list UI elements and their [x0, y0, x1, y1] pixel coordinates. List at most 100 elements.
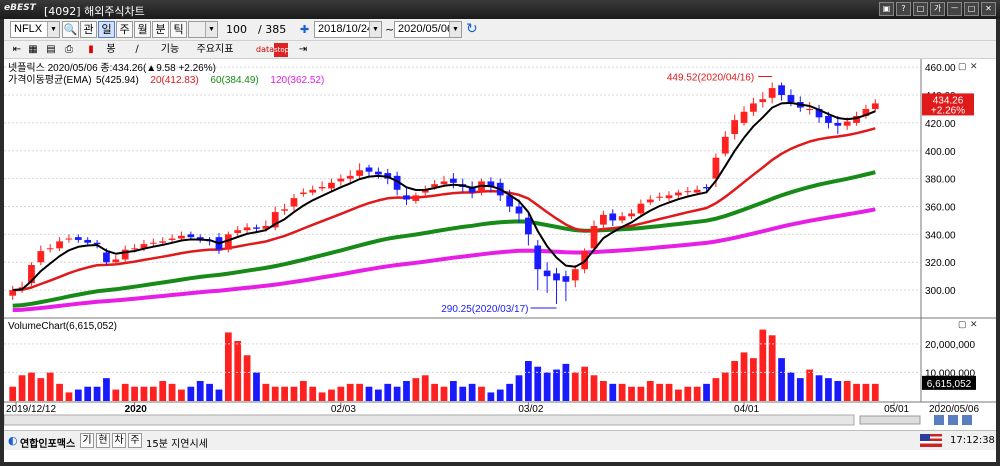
- title-button-3[interactable]: 가: [930, 2, 945, 16]
- calendar-dropdown-icon[interactable]: ▼: [369, 22, 381, 37]
- symbol-input[interactable]: NFLX ▼: [10, 21, 60, 38]
- candle-body: [356, 170, 363, 176]
- chart-window: eBEST [4092] 해외주식차트 ▣? □ 가 ㅡ □ ✕ NFLX ▼ 🔍 관일주…: [0, 0, 1000, 466]
- volume-bar: [374, 389, 382, 401]
- end-date-field[interactable]: 2020/05/06 ▼: [394, 21, 462, 38]
- volume-bar: [309, 386, 317, 401]
- period-button-3[interactable]: 월: [134, 21, 151, 38]
- price-tick-label: 340.00: [925, 230, 956, 241]
- data-icon[interactable]: data: [256, 43, 274, 57]
- volume-bar: [806, 369, 814, 401]
- volume-bar: [693, 386, 701, 401]
- news-source[interactable]: 연합인포맥스: [20, 435, 75, 450]
- chevron-down-icon[interactable]: ▼: [205, 22, 217, 37]
- volume-bar: [590, 375, 598, 401]
- add-icon[interactable]: ✚: [300, 23, 309, 36]
- volume-bar: [103, 378, 110, 401]
- chevron-down-icon[interactable]: ▼: [47, 22, 59, 37]
- volume-bar: [84, 386, 92, 401]
- volume-bar: [356, 383, 363, 401]
- candle-body: [590, 226, 598, 249]
- volume-bar: [862, 383, 870, 401]
- candle-body: [74, 237, 82, 240]
- candle-body: [56, 241, 63, 249]
- volume-bar: [149, 386, 157, 401]
- volume-bar: [600, 381, 607, 401]
- volume-bar: [65, 392, 73, 401]
- volume-bar: [365, 386, 373, 401]
- x-tick-label: 04/01: [734, 404, 759, 415]
- indicators-menu[interactable]: 주요지표: [190, 43, 240, 57]
- price-tick-label: 380.00: [925, 175, 956, 186]
- candle-body: [843, 121, 851, 126]
- tools-menu[interactable]: 기능: [152, 43, 188, 57]
- title-button-0[interactable]: ▣: [879, 2, 894, 16]
- volume-bar: [562, 363, 570, 401]
- volume-bar: [74, 389, 82, 401]
- print-icon[interactable]: ⎙: [62, 43, 76, 57]
- chart-type-label[interactable]: 봉: [96, 43, 126, 57]
- period-button-1[interactable]: 일: [98, 21, 115, 38]
- save-icon[interactable]: ▤: [44, 43, 58, 57]
- period-button-5[interactable]: 틱: [170, 21, 187, 38]
- status-button-1[interactable]: 현: [96, 433, 110, 448]
- price-tick-label: 300.00: [925, 286, 956, 297]
- candle-body: [318, 187, 326, 189]
- period-button-4[interactable]: 분: [152, 21, 169, 38]
- chart-toolbar: ⇤ ▦ ▤ ⎙ ▮ 봉 ∕ 기능 주요지표 data stop ⇥: [4, 41, 996, 59]
- volume-bar: [196, 381, 204, 401]
- candle-body: [721, 136, 729, 154]
- volume-bar: [131, 386, 138, 401]
- search-button[interactable]: 🔍: [62, 21, 79, 38]
- volume-bar: [421, 375, 429, 401]
- volume-bar: [581, 366, 589, 401]
- next-page-icon[interactable]: ⇥: [296, 43, 310, 57]
- volume-bar: [646, 381, 654, 401]
- period-button-0[interactable]: 관: [80, 21, 97, 38]
- window-title: [4092] 해외주식차트: [44, 5, 145, 18]
- refresh-icon[interactable]: ↻: [466, 21, 478, 37]
- candle-body: [187, 234, 195, 238]
- candle-body: [787, 95, 795, 103]
- volume-bar: [853, 383, 860, 401]
- status-button-0[interactable]: 기: [80, 433, 94, 448]
- candle-body: [290, 198, 298, 207]
- price-volume-chart[interactable]: 460.00440.00420.00400.00380.00360.00340.…: [3, 59, 996, 432]
- volume-bar: [684, 386, 692, 401]
- status-button-3[interactable]: 주: [128, 433, 142, 448]
- start-date-field[interactable]: 2018/10/24 ▼: [314, 21, 382, 38]
- volume-bar: [731, 361, 739, 401]
- volume-bar: [18, 375, 26, 401]
- status-button-2[interactable]: 차: [112, 433, 126, 448]
- period-unit-select[interactable]: ▼: [188, 21, 218, 38]
- volume-bar: [178, 389, 185, 401]
- title-button-6[interactable]: ✕: [981, 2, 996, 16]
- line-tool-icon[interactable]: ∕: [130, 43, 144, 57]
- period-button-2[interactable]: 주: [116, 21, 133, 38]
- volume-bar: [440, 386, 448, 401]
- x-tick-label: 2020: [125, 404, 148, 415]
- title-button-1[interactable]: ?: [896, 2, 911, 16]
- volume-bar: [778, 358, 785, 401]
- stop-icon[interactable]: stop: [274, 43, 289, 57]
- volume-bar: [843, 381, 851, 401]
- volume-bar: [825, 378, 832, 401]
- first-page-icon[interactable]: ⇤: [10, 43, 24, 57]
- candle-body: [299, 192, 307, 194]
- date-separator: ~: [385, 23, 395, 36]
- volume-bar: [393, 386, 401, 401]
- title-button-2[interactable]: □: [913, 2, 928, 16]
- title-button-5[interactable]: □: [964, 2, 979, 16]
- price-pane-button-1: ✕: [970, 61, 978, 71]
- us-flag-icon: [920, 434, 942, 447]
- end-date-value: 2020/05/06: [398, 23, 454, 35]
- count-value[interactable]: 100: [226, 23, 247, 36]
- candle-body: [571, 269, 579, 281]
- current-change-label: +2.26%: [931, 105, 965, 116]
- chart-area[interactable]: 460.00440.00420.00400.00380.00360.00340.…: [3, 59, 996, 432]
- volume-bar: [675, 389, 682, 401]
- grid-icon[interactable]: ▦: [26, 43, 40, 57]
- title-button-4[interactable]: ㅡ: [947, 2, 962, 16]
- volume-bar: [337, 386, 345, 401]
- calendar-dropdown-icon[interactable]: ▼: [449, 22, 461, 37]
